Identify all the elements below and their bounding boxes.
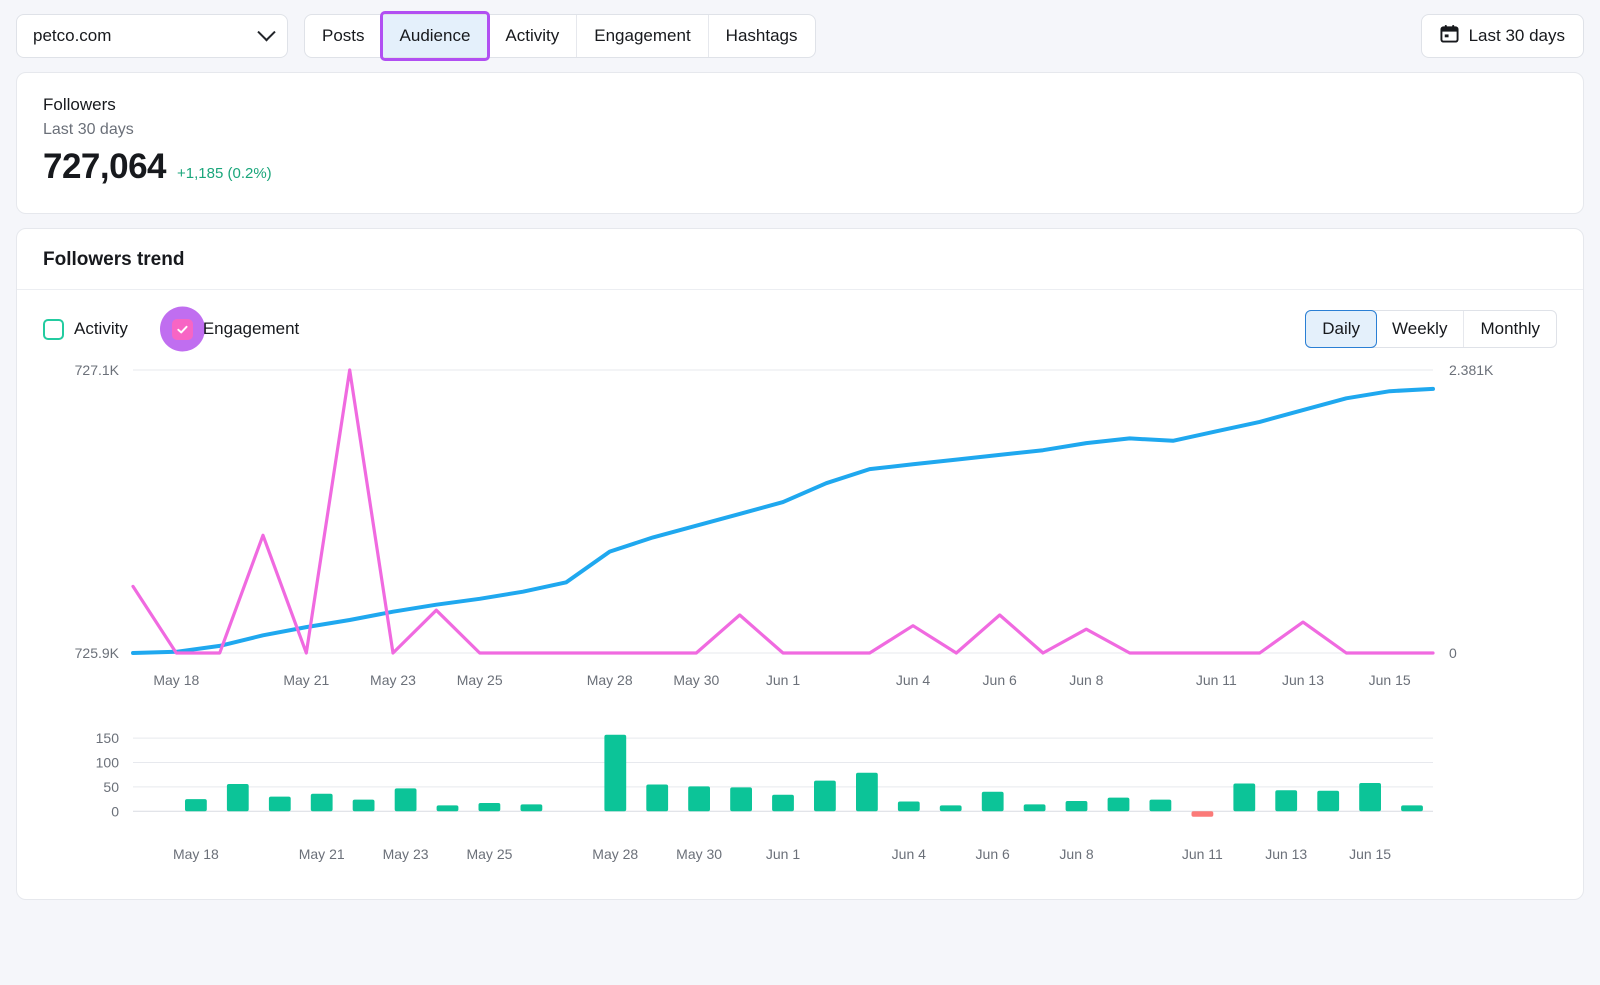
svg-text:Jun 6: Jun 6 — [983, 672, 1017, 688]
followers-change-bar-chart[interactable]: 0 50 100 150 May 18 May 21 May 23 May 25 May 28 M… — [43, 716, 1573, 891]
tab-audience[interactable]: Audience — [383, 15, 489, 57]
svg-text:May 21: May 21 — [299, 846, 345, 862]
svg-text:727.1K: 727.1K — [75, 362, 120, 378]
svg-text:May 23: May 23 — [383, 846, 429, 862]
svg-text:725.9K: 725.9K — [75, 645, 120, 661]
page-root: petco.com Posts Audience Activity Engage… — [0, 0, 1600, 985]
granularity-daily[interactable]: Daily — [1305, 310, 1377, 348]
line-chart-container: 727.1K 725.9K 2.381K 0 May 18 May 21 May 23 May… — [17, 348, 1583, 716]
top-bar: petco.com Posts Audience Activity Engage… — [16, 14, 1584, 58]
svg-text:Jun 4: Jun 4 — [892, 846, 926, 862]
svg-text:May 28: May 28 — [592, 846, 638, 862]
granularity-monthly[interactable]: Monthly — [1464, 311, 1556, 347]
followers-trend-line-chart[interactable]: 727.1K 725.9K 2.381K 0 May 18 May 21 May 23 May… — [43, 348, 1573, 708]
granularity-weekly[interactable]: Weekly — [1376, 311, 1464, 347]
svg-text:May 30: May 30 — [676, 846, 722, 862]
followers-subtitle: Last 30 days — [43, 121, 1557, 139]
chevron-down-icon — [257, 23, 275, 41]
followers-trend-title: Followers trend — [43, 249, 1557, 271]
tab-activity-label: Activity — [505, 26, 559, 46]
chart-legend: Activity Engagement — [43, 319, 299, 340]
legend-item-activity[interactable]: Activity — [43, 319, 128, 340]
svg-text:Jun 1: Jun 1 — [766, 672, 800, 688]
svg-text:May 28: May 28 — [587, 672, 633, 688]
svg-text:50: 50 — [103, 779, 119, 795]
svg-text:May 18: May 18 — [173, 846, 219, 862]
date-range-label: Last 30 days — [1469, 26, 1565, 46]
svg-text:May 21: May 21 — [283, 672, 329, 688]
granularity-weekly-label: Weekly — [1392, 319, 1447, 339]
tab-hashtags-label: Hashtags — [726, 26, 798, 46]
granularity-monthly-label: Monthly — [1480, 319, 1540, 339]
followers-value-row: 727,064 +1,185 (0.2%) — [43, 147, 1557, 187]
tab-hashtags[interactable]: Hashtags — [709, 15, 815, 57]
svg-text:0: 0 — [1449, 645, 1457, 661]
followers-delta: +1,185 (0.2%) — [177, 165, 272, 182]
tab-engagement[interactable]: Engagement — [577, 15, 708, 57]
tab-bar: Posts Audience Activity Engagement Hasht… — [304, 14, 816, 58]
svg-text:2.381K: 2.381K — [1449, 362, 1494, 378]
followers-title: Followers — [43, 95, 1557, 115]
svg-text:Jun 8: Jun 8 — [1059, 846, 1093, 862]
svg-text:May 25: May 25 — [466, 846, 512, 862]
followers-trend-card: Followers trend Activity Engagement Dail… — [16, 228, 1584, 900]
svg-text:Jun 11: Jun 11 — [1182, 846, 1223, 862]
svg-text:May 25: May 25 — [457, 672, 503, 688]
legend-label-engagement: Engagement — [203, 319, 299, 339]
svg-text:Jun 13: Jun 13 — [1265, 846, 1307, 862]
calendar-icon — [1440, 24, 1459, 48]
legend-label-activity: Activity — [74, 319, 128, 339]
svg-text:Jun 4: Jun 4 — [896, 672, 930, 688]
svg-text:Jun 6: Jun 6 — [976, 846, 1010, 862]
svg-text:Jun 11: Jun 11 — [1196, 672, 1237, 688]
svg-text:Jun 15: Jun 15 — [1349, 846, 1391, 862]
granularity-daily-label: Daily — [1322, 319, 1360, 339]
engagement-checkbox[interactable] — [172, 319, 193, 340]
svg-text:150: 150 — [96, 730, 120, 746]
svg-text:Jun 1: Jun 1 — [766, 846, 800, 862]
domain-select[interactable]: petco.com — [16, 14, 288, 58]
date-range-picker[interactable]: Last 30 days — [1421, 14, 1584, 58]
legend-item-engagement[interactable]: Engagement — [172, 319, 299, 340]
svg-text:May 23: May 23 — [370, 672, 416, 688]
svg-text:0: 0 — [111, 803, 119, 819]
followers-card: Followers Last 30 days 727,064 +1,185 (0… — [16, 72, 1584, 214]
tab-posts-label: Posts — [322, 26, 365, 46]
granularity-toggle: Daily Weekly Monthly — [1305, 310, 1557, 348]
chart-controls: Activity Engagement Daily Weekly Monthly — [17, 290, 1583, 348]
svg-text:Jun 8: Jun 8 — [1069, 672, 1103, 688]
tab-engagement-label: Engagement — [594, 26, 690, 46]
svg-text:100: 100 — [96, 755, 120, 771]
svg-text:May 30: May 30 — [673, 672, 719, 688]
bar-chart-container: 0 50 100 150 May 18 May 21 May 23 May 25 May 28 M… — [17, 716, 1583, 899]
followers-value: 727,064 — [43, 147, 166, 187]
svg-text:Jun 15: Jun 15 — [1369, 672, 1411, 688]
followers-trend-header: Followers trend — [17, 229, 1583, 290]
tab-audience-label: Audience — [400, 26, 471, 46]
svg-text:Jun 13: Jun 13 — [1282, 672, 1324, 688]
svg-text:May 18: May 18 — [153, 672, 199, 688]
domain-select-value: petco.com — [33, 26, 111, 46]
activity-checkbox[interactable] — [43, 319, 64, 340]
tab-posts[interactable]: Posts — [305, 15, 383, 57]
tab-activity[interactable]: Activity — [488, 15, 577, 57]
